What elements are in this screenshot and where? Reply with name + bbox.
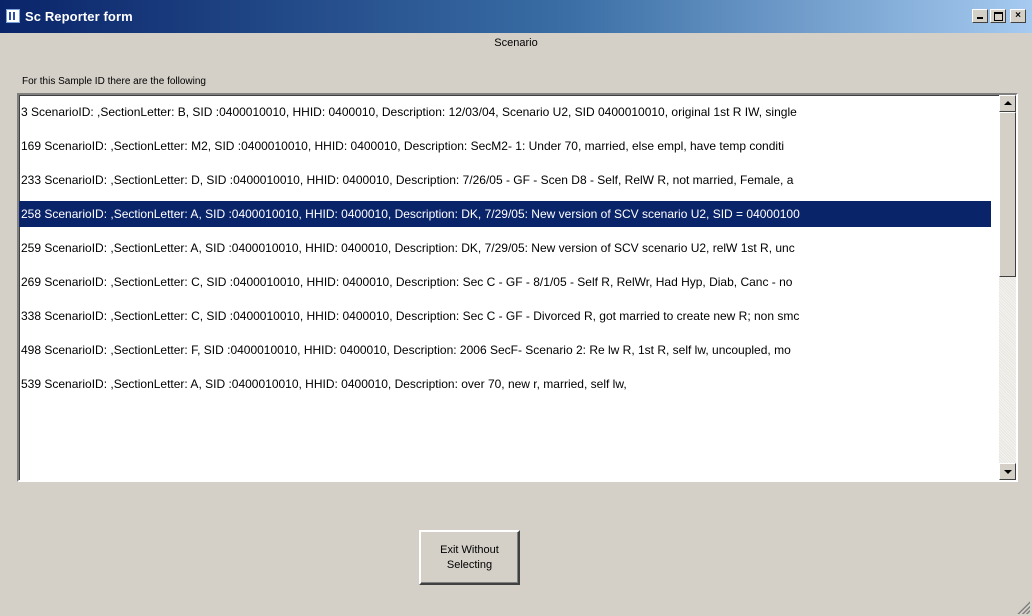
- resize-grip-icon[interactable]: [1016, 600, 1030, 614]
- list-item[interactable]: 169 ScenarioID: ,SectionLetter: M2, SID …: [19, 129, 991, 163]
- window-title: Sc Reporter form: [25, 9, 133, 24]
- close-icon: ×: [1015, 10, 1021, 21]
- vertical-scrollbar[interactable]: [999, 95, 1016, 480]
- list-item[interactable]: 539 ScenarioID: ,SectionLetter: A, SID :…: [19, 367, 991, 401]
- scenario-list: 3 ScenarioID: ,SectionLetter: B, SID :04…: [19, 95, 995, 401]
- scenario-heading: Scenario: [494, 37, 538, 49]
- close-button[interactable]: ×: [1010, 9, 1026, 23]
- list-item[interactable]: 3 ScenarioID: ,SectionLetter: B, SID :04…: [19, 95, 991, 129]
- scroll-down-button[interactable]: [999, 463, 1016, 480]
- list-item[interactable]: 259 ScenarioID: ,SectionLetter: A, SID :…: [19, 231, 991, 265]
- maximize-button[interactable]: [990, 9, 1006, 23]
- app-icon[interactable]: [6, 9, 20, 23]
- exit-without-selecting-button[interactable]: Exit Without Selecting: [419, 530, 520, 585]
- title-bar[interactable]: Sc Reporter form ×: [0, 0, 1032, 33]
- list-item[interactable]: 498 ScenarioID: ,SectionLetter: F, SID :…: [19, 333, 991, 367]
- list-item[interactable]: 269 ScenarioID: ,SectionLetter: C, SID :…: [19, 265, 991, 299]
- scroll-thumb[interactable]: [999, 112, 1016, 277]
- list-item[interactable]: 338 ScenarioID: ,SectionLetter: C, SID :…: [19, 299, 991, 333]
- scroll-up-button[interactable]: [999, 95, 1016, 112]
- scenario-listbox[interactable]: 3 ScenarioID: ,SectionLetter: B, SID :04…: [17, 93, 1018, 482]
- list-item-selected[interactable]: 258 ScenarioID: ,SectionLetter: A, SID :…: [19, 201, 991, 227]
- window-controls: ×: [972, 9, 1026, 23]
- list-caption: For this Sample ID there are the followi…: [22, 76, 206, 87]
- minimize-button[interactable]: [972, 9, 988, 23]
- list-item[interactable]: 233 ScenarioID: ,SectionLetter: D, SID :…: [19, 163, 991, 197]
